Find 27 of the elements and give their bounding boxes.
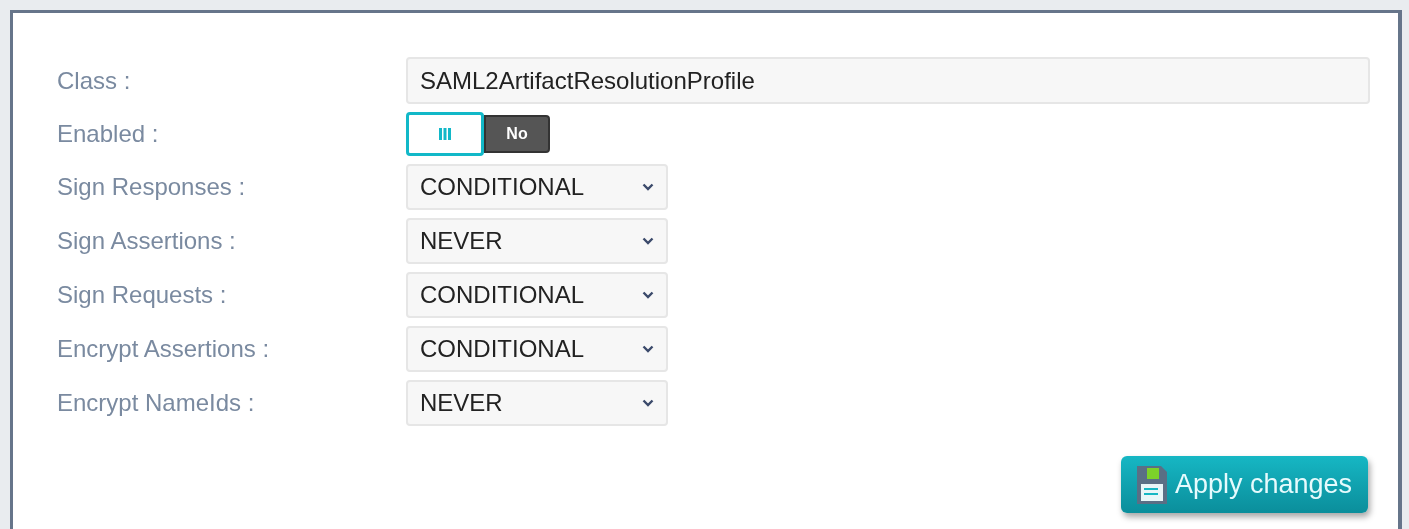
chevron-down-icon bbox=[642, 237, 654, 245]
field-label: Encrypt NameIds : bbox=[57, 388, 256, 418]
chevron-down-icon bbox=[642, 399, 654, 407]
field-label: Sign Requests : bbox=[57, 280, 228, 310]
select-dropdown[interactable]: CONDITIONAL bbox=[406, 326, 668, 372]
select-value: CONDITIONAL bbox=[420, 334, 584, 364]
grip-icon bbox=[438, 128, 452, 140]
select-dropdown[interactable]: CONDITIONAL bbox=[406, 272, 668, 318]
select-dropdown[interactable]: CONDITIONAL bbox=[406, 164, 668, 210]
field-label: Enabled : bbox=[57, 119, 160, 149]
class-field[interactable]: SAML2ArtifactResolutionProfile bbox=[406, 57, 1370, 104]
select-dropdown[interactable]: NEVER bbox=[406, 218, 668, 264]
toggle-switch[interactable]: No bbox=[406, 112, 550, 156]
select-value: NEVER bbox=[420, 388, 503, 418]
field-label: Sign Responses : bbox=[57, 172, 247, 202]
chevron-down-icon bbox=[642, 183, 654, 191]
field-label: Class : bbox=[57, 65, 132, 96]
toggle-handle[interactable] bbox=[406, 112, 484, 156]
chevron-down-icon bbox=[642, 345, 654, 353]
select-value: CONDITIONAL bbox=[420, 280, 584, 310]
field-label: Sign Assertions : bbox=[57, 226, 237, 256]
toggle-label: No bbox=[484, 115, 550, 153]
chevron-down-icon bbox=[642, 291, 654, 299]
select-value: CONDITIONAL bbox=[420, 172, 584, 202]
select-value: NEVER bbox=[420, 226, 503, 256]
select-dropdown[interactable]: NEVER bbox=[406, 380, 668, 426]
field-label: Encrypt Assertions : bbox=[57, 334, 271, 364]
